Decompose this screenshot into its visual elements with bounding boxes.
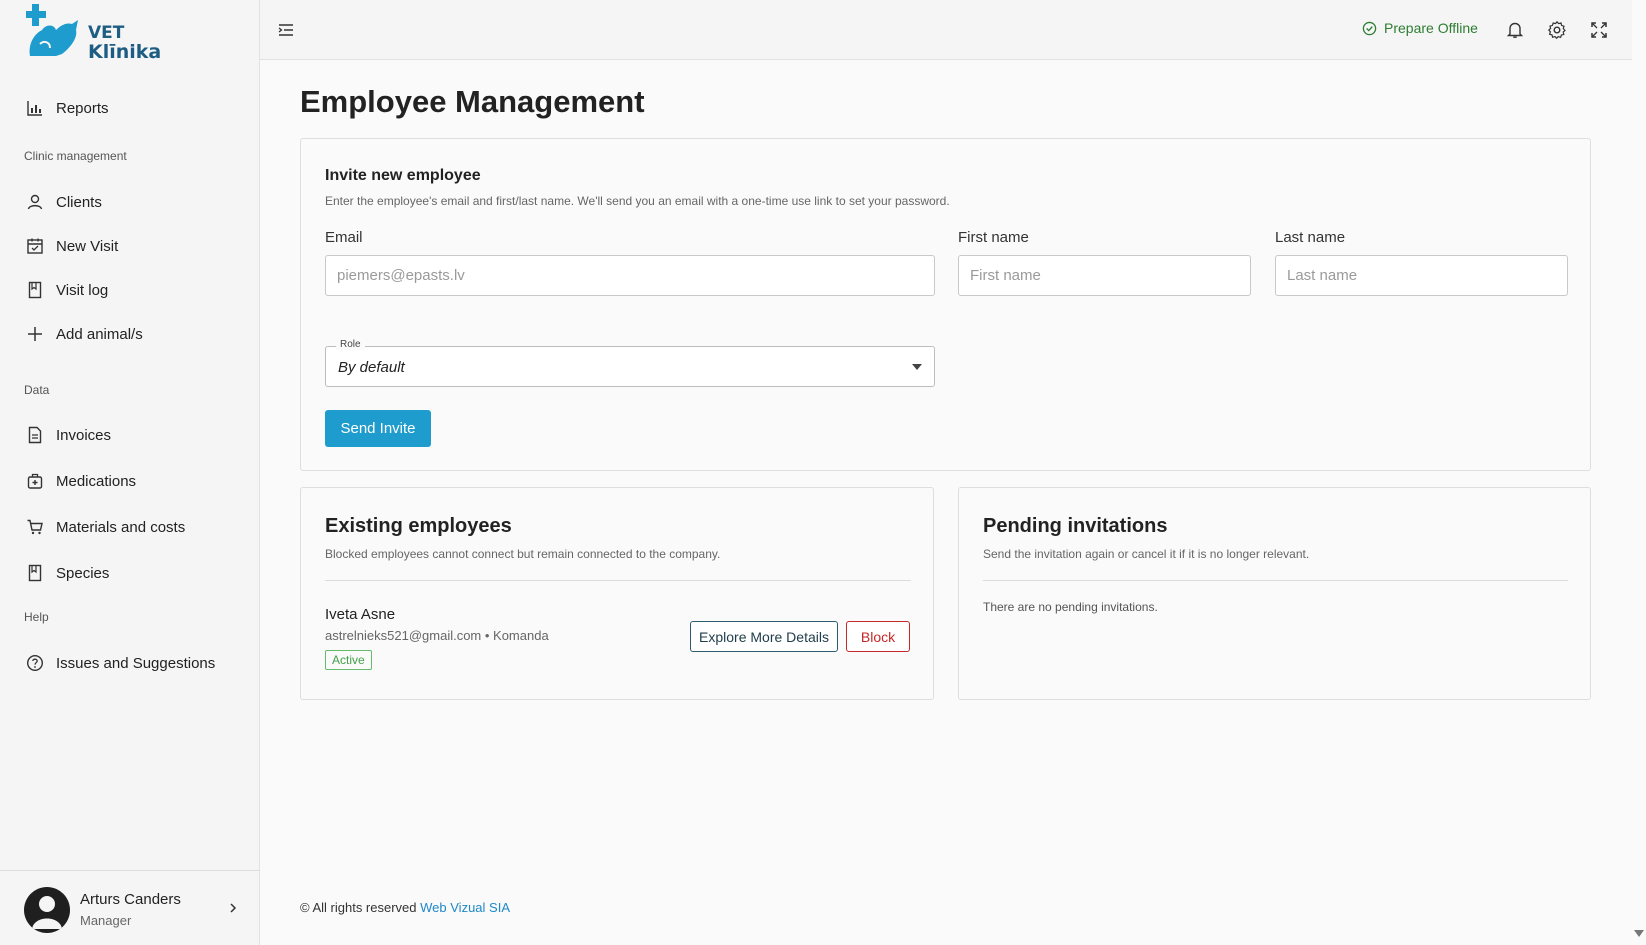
block-button[interactable]: Block — [846, 621, 910, 652]
sidebar-item-medications[interactable]: Medications — [26, 467, 246, 495]
medical-bag-icon — [27, 473, 43, 489]
user-role: Manager — [80, 913, 132, 928]
sidebar-item-label: Clients — [56, 193, 102, 211]
brand-line2: Klīnika — [88, 41, 162, 63]
divider — [325, 580, 911, 581]
help-circle-icon — [26, 654, 44, 672]
invite-title: Invite new employee — [325, 167, 481, 184]
existing-employees-card: Existing employees Blocked employees can… — [300, 487, 934, 700]
explore-details-button[interactable]: Explore More Details — [690, 621, 838, 652]
email-field[interactable] — [325, 255, 935, 296]
sidebar-item-reports[interactable]: Reports — [26, 94, 246, 122]
sidebar-item-materials-costs[interactable]: Materials and costs — [26, 513, 246, 541]
avatar — [24, 887, 70, 933]
pending-invitations-card: Pending invitations Send the invitation … — [958, 487, 1591, 700]
divider — [983, 580, 1568, 581]
invite-description: Enter the employee's email and first/las… — [325, 194, 950, 208]
sidebar-item-label: Species — [56, 564, 110, 582]
footer-text: © All rights reserved — [300, 900, 417, 915]
bell-icon[interactable] — [1505, 20, 1525, 40]
fullscreen-icon[interactable] — [1589, 20, 1609, 40]
menu-toggle-icon[interactable] — [276, 20, 296, 40]
topbar: Prepare Offline — [260, 0, 1632, 60]
user-name: Arturs Canders — [80, 891, 181, 908]
sidebar-item-species[interactable]: Species — [26, 559, 246, 587]
last-name-label: Last name — [1275, 229, 1346, 246]
section-clinic-management: Clinic management — [24, 149, 127, 163]
pending-invitations-title: Pending invitations — [983, 515, 1168, 537]
check-circle-icon — [1362, 21, 1377, 35]
chevron-right-icon[interactable] — [226, 901, 240, 915]
sidebar-item-clients[interactable]: Clients — [26, 188, 246, 216]
employee-meta: astrelnieks521@gmail.com • Komanda — [325, 628, 549, 643]
first-name-label: First name — [958, 229, 1029, 246]
sidebar-item-label: New Visit — [56, 237, 119, 255]
first-name-field[interactable] — [958, 255, 1251, 296]
user-card[interactable]: Arturs Canders Manager — [0, 870, 260, 945]
plus-icon — [28, 327, 42, 341]
role-value: By default — [338, 359, 405, 376]
invite-card: Invite new employee Enter the employee's… — [300, 138, 1591, 471]
cart-icon — [27, 519, 43, 535]
bar-chart-icon — [27, 101, 42, 116]
footer: © All rights reserved Web Vizual SIA — [300, 900, 510, 915]
page-title: Employee Management — [300, 84, 645, 119]
sidebar-item-label: Invoices — [56, 426, 112, 444]
sidebar-item-visit-log[interactable]: Visit log — [26, 276, 246, 304]
caret-down-icon — [912, 364, 922, 370]
brand-name: VET Klīnika — [88, 24, 161, 62]
user-icon — [27, 194, 43, 210]
role-select[interactable]: Role By default — [325, 339, 935, 387]
gear-icon[interactable] — [1547, 20, 1567, 40]
vet-logo-icon — [26, 4, 78, 56]
empty-state-text: There are no pending invitations. — [983, 600, 1158, 614]
bookmark-icon — [28, 281, 42, 299]
sidebar-item-label: Add animal/s — [56, 325, 143, 343]
bookmark-icon — [28, 564, 42, 582]
section-help: Help — [24, 610, 49, 624]
sidebar-item-new-visit[interactable]: New Visit — [26, 232, 246, 260]
prepare-offline-button[interactable]: Prepare Offline — [1362, 20, 1478, 36]
sidebar-item-label: Medications — [56, 472, 137, 490]
calendar-icon — [27, 238, 43, 254]
existing-employees-description: Blocked employees cannot connect but rem… — [325, 547, 721, 561]
sidebar-item-issues-suggestions[interactable]: Issues and Suggestions — [26, 649, 246, 677]
send-invite-button[interactable]: Send Invite — [325, 410, 431, 447]
email-label: Email — [325, 229, 363, 246]
employee-name: Iveta Asne — [325, 606, 396, 623]
sidebar-item-label: Materials and costs — [56, 518, 186, 536]
user-avatar-icon — [32, 896, 62, 929]
sidebar-item-invoices[interactable]: Invoices — [26, 421, 246, 449]
prepare-offline-label: Prepare Offline — [1384, 20, 1478, 36]
footer-link[interactable]: Web Vizual SIA — [420, 900, 510, 915]
scrollbar[interactable] — [1632, 0, 1646, 945]
sidebar: VET Klīnika Reports Clinic management Cl… — [0, 0, 260, 945]
document-icon — [28, 426, 42, 444]
status-badge: Active — [325, 650, 372, 670]
sidebar-item-label: Reports — [56, 99, 109, 117]
section-data: Data — [24, 383, 50, 397]
sidebar-item-label: Visit log — [56, 281, 109, 299]
role-label: Role — [336, 339, 365, 350]
sidebar-item-label: Issues and Suggestions — [56, 654, 216, 672]
last-name-field[interactable] — [1275, 255, 1568, 296]
pending-invitations-description: Send the invitation again or cancel it i… — [983, 547, 1310, 561]
brand-logo[interactable]: VET Klīnika — [26, 4, 161, 64]
scroll-down-icon[interactable] — [1634, 930, 1644, 938]
sidebar-item-add-animal[interactable]: Add animal/s — [26, 320, 246, 348]
existing-employees-title: Existing employees — [325, 515, 512, 537]
